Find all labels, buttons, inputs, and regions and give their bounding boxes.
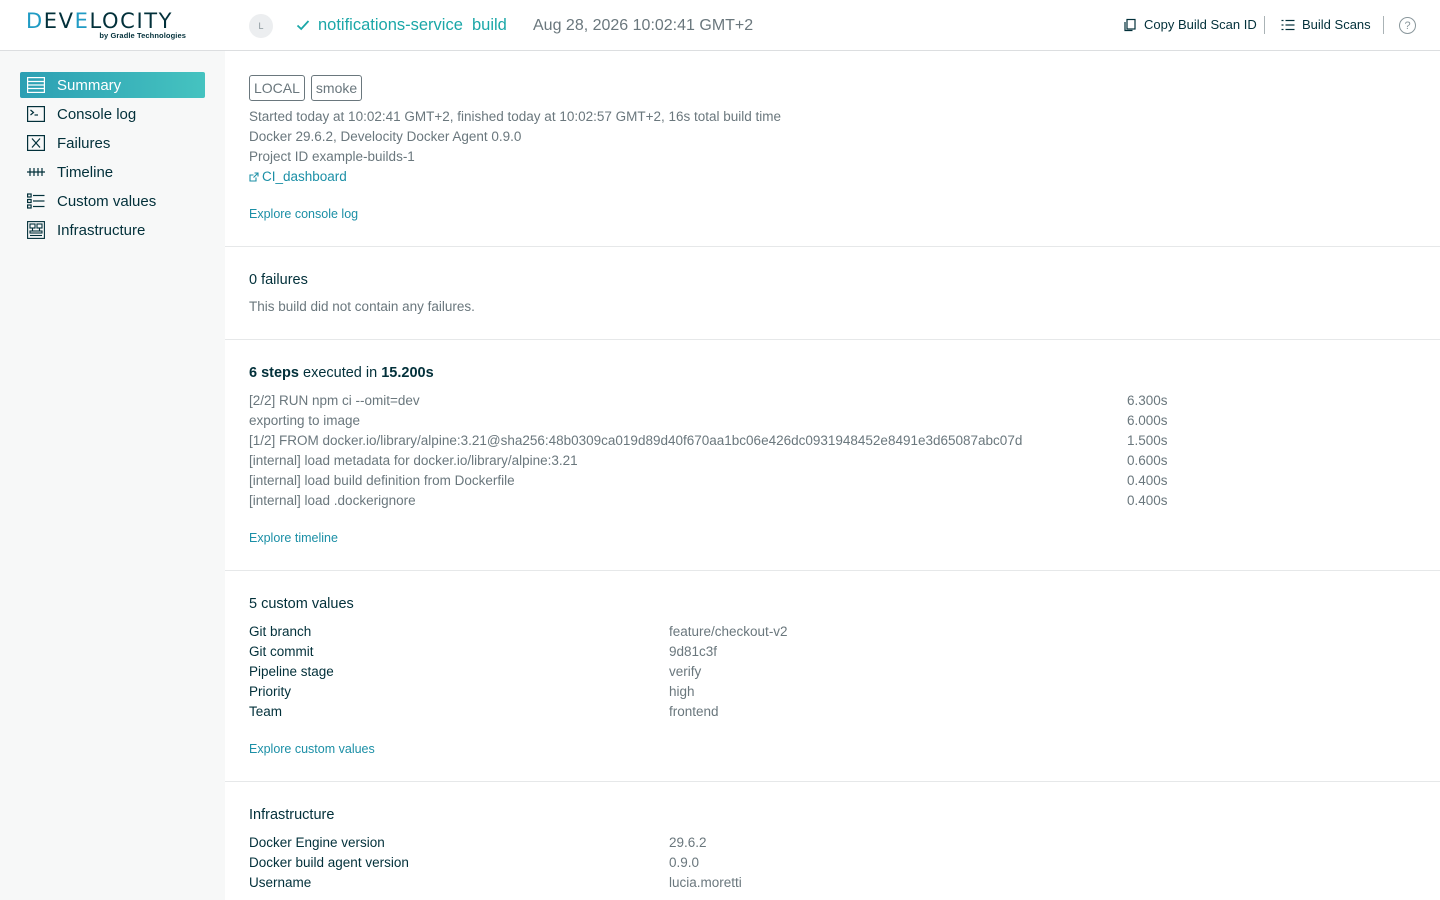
sidebar-item-label: Summary	[57, 76, 122, 94]
failures-title: 0 failures	[249, 272, 308, 288]
explore-timeline-link[interactable]: Explore timeline	[249, 531, 338, 545]
develocity-logo[interactable]: DEVELOCITY by Gradle Technologies	[26, 10, 188, 42]
steps-title: 6 steps executed in 15.200s	[249, 365, 434, 381]
sidebar: Summary Console log Failures Timeline Cu…	[0, 51, 225, 900]
top-bar: DEVELOCITY by Gradle Technologies L noti…	[0, 0, 1440, 51]
build-scans-label: Build Scans	[1302, 17, 1371, 32]
header-divider	[1264, 16, 1265, 34]
console-icon	[27, 105, 45, 123]
steps-executed-label: executed in	[303, 365, 378, 381]
project-name[interactable]: notifications-service	[318, 16, 463, 35]
step-duration: 1.500s	[1127, 433, 1168, 448]
infrastructure-value: lucia.moretti	[669, 875, 742, 890]
infrastructure-key: Username	[249, 875, 312, 890]
step-name: exporting to image	[249, 413, 361, 428]
copy-build-scan-id-button[interactable]: Copy Build Scan ID	[1123, 17, 1257, 32]
steps-count: 6 steps	[249, 365, 299, 381]
summary-section: LOCAL smoke Started today at 10:02:41 GM…	[225, 51, 1440, 247]
infrastructure-section: Infrastructure Docker Engine version 29.…	[225, 782, 1440, 900]
explore-custom-values-link[interactable]: Explore custom values	[249, 742, 375, 756]
custom-value-value: frontend	[669, 704, 719, 719]
ci-dashboard-label: CI_dashboard	[262, 169, 347, 184]
sidebar-item-infrastructure[interactable]: Infrastructure	[20, 217, 205, 243]
build-scans-button[interactable]: Build Scans	[1281, 17, 1371, 32]
project-id-text: Project ID example-builds-1	[249, 149, 415, 164]
step-name: [internal] load .dockerignore	[249, 493, 416, 508]
steps-total-time: 15.200s	[381, 365, 434, 381]
custom-value-value: high	[669, 684, 695, 699]
custom-value-value: verify	[669, 664, 702, 679]
success-check-icon	[296, 20, 310, 31]
custom-value-value: feature/checkout-v2	[669, 624, 788, 639]
external-link-icon	[249, 171, 259, 182]
custom-values-title: 5 custom values	[249, 596, 354, 612]
tag-local[interactable]: LOCAL	[249, 75, 305, 101]
sidebar-item-failures[interactable]: Failures	[20, 130, 205, 156]
sidebar-item-summary[interactable]: Summary	[20, 72, 205, 98]
infrastructure-icon	[27, 221, 45, 239]
failures-icon	[27, 134, 45, 152]
copy-build-scan-id-label: Copy Build Scan ID	[1144, 17, 1257, 32]
sidebar-item-label: Failures	[57, 134, 111, 152]
avatar[interactable]: L	[249, 14, 273, 38]
infrastructure-key: Docker Engine version	[249, 835, 385, 850]
sidebar-item-custom-values[interactable]: Custom values	[20, 188, 205, 214]
custom-values-section: 5 custom values Git branch feature/check…	[225, 571, 1440, 782]
tag-list: LOCAL smoke	[249, 75, 363, 101]
sidebar-item-label: Custom values	[57, 192, 157, 210]
sidebar-item-label: Console log	[57, 105, 137, 123]
sidebar-item-label: Infrastructure	[57, 221, 146, 239]
step-duration: 0.400s	[1127, 493, 1168, 508]
step-duration: 6.300s	[1127, 393, 1168, 408]
header-divider	[1383, 16, 1384, 34]
infrastructure-value: 29.6.2	[669, 835, 707, 850]
help-icon[interactable]: ?	[1399, 17, 1416, 34]
step-name: [internal] load metadata for docker.io/l…	[249, 453, 578, 468]
infrastructure-title: Infrastructure	[249, 807, 335, 823]
timeline-icon	[27, 163, 45, 181]
custom-values-icon	[27, 192, 45, 210]
agent-text: Docker 29.6.2, Develocity Docker Agent 0…	[249, 129, 522, 144]
ci-dashboard-link[interactable]: CI_dashboard	[249, 169, 347, 184]
infrastructure-key: Docker build agent version	[249, 855, 409, 870]
build-date: Aug 28, 2026 10:02:41 GMT+2	[533, 17, 754, 34]
step-name: [1/2] FROM docker.io/library/alpine:3.21…	[249, 433, 1023, 448]
sidebar-item-timeline[interactable]: Timeline	[20, 159, 205, 185]
step-duration: 0.600s	[1127, 453, 1168, 468]
step-duration: 0.400s	[1127, 473, 1168, 488]
build-timing-text: Started today at 10:02:41 GMT+2, finishe…	[249, 109, 782, 124]
custom-value-key: Git commit	[249, 644, 314, 659]
task-name[interactable]: build	[472, 16, 507, 35]
failures-section: 0 failures This build did not contain an…	[225, 247, 1440, 340]
explore-console-log-link[interactable]: Explore console log	[249, 207, 358, 221]
list-icon	[1281, 19, 1295, 30]
copy-icon	[1124, 18, 1136, 31]
step-name: [internal] load build definition from Do…	[249, 473, 515, 488]
custom-value-key: Pipeline stage	[249, 664, 334, 679]
sidebar-item-console-log[interactable]: Console log	[20, 101, 205, 127]
main-content: LOCAL smoke Started today at 10:02:41 GM…	[225, 51, 1440, 900]
logo-subtitle: by Gradle Technologies	[99, 31, 186, 40]
custom-value-value: 9d81c3f	[669, 644, 718, 659]
sidebar-item-label: Timeline	[57, 163, 114, 181]
custom-value-key: Git branch	[249, 624, 312, 639]
step-duration: 6.000s	[1127, 413, 1168, 428]
infrastructure-value: 0.9.0	[669, 855, 700, 870]
steps-section: 6 steps executed in 15.200s [2/2] RUN np…	[225, 340, 1440, 571]
failures-text: This build did not contain any failures.	[249, 299, 475, 314]
tag-smoke[interactable]: smoke	[310, 75, 363, 101]
step-name: [2/2] RUN npm ci --omit=dev	[249, 393, 420, 408]
custom-value-key: Team	[249, 704, 283, 719]
summary-icon	[27, 76, 45, 94]
custom-value-key: Priority	[249, 684, 292, 699]
